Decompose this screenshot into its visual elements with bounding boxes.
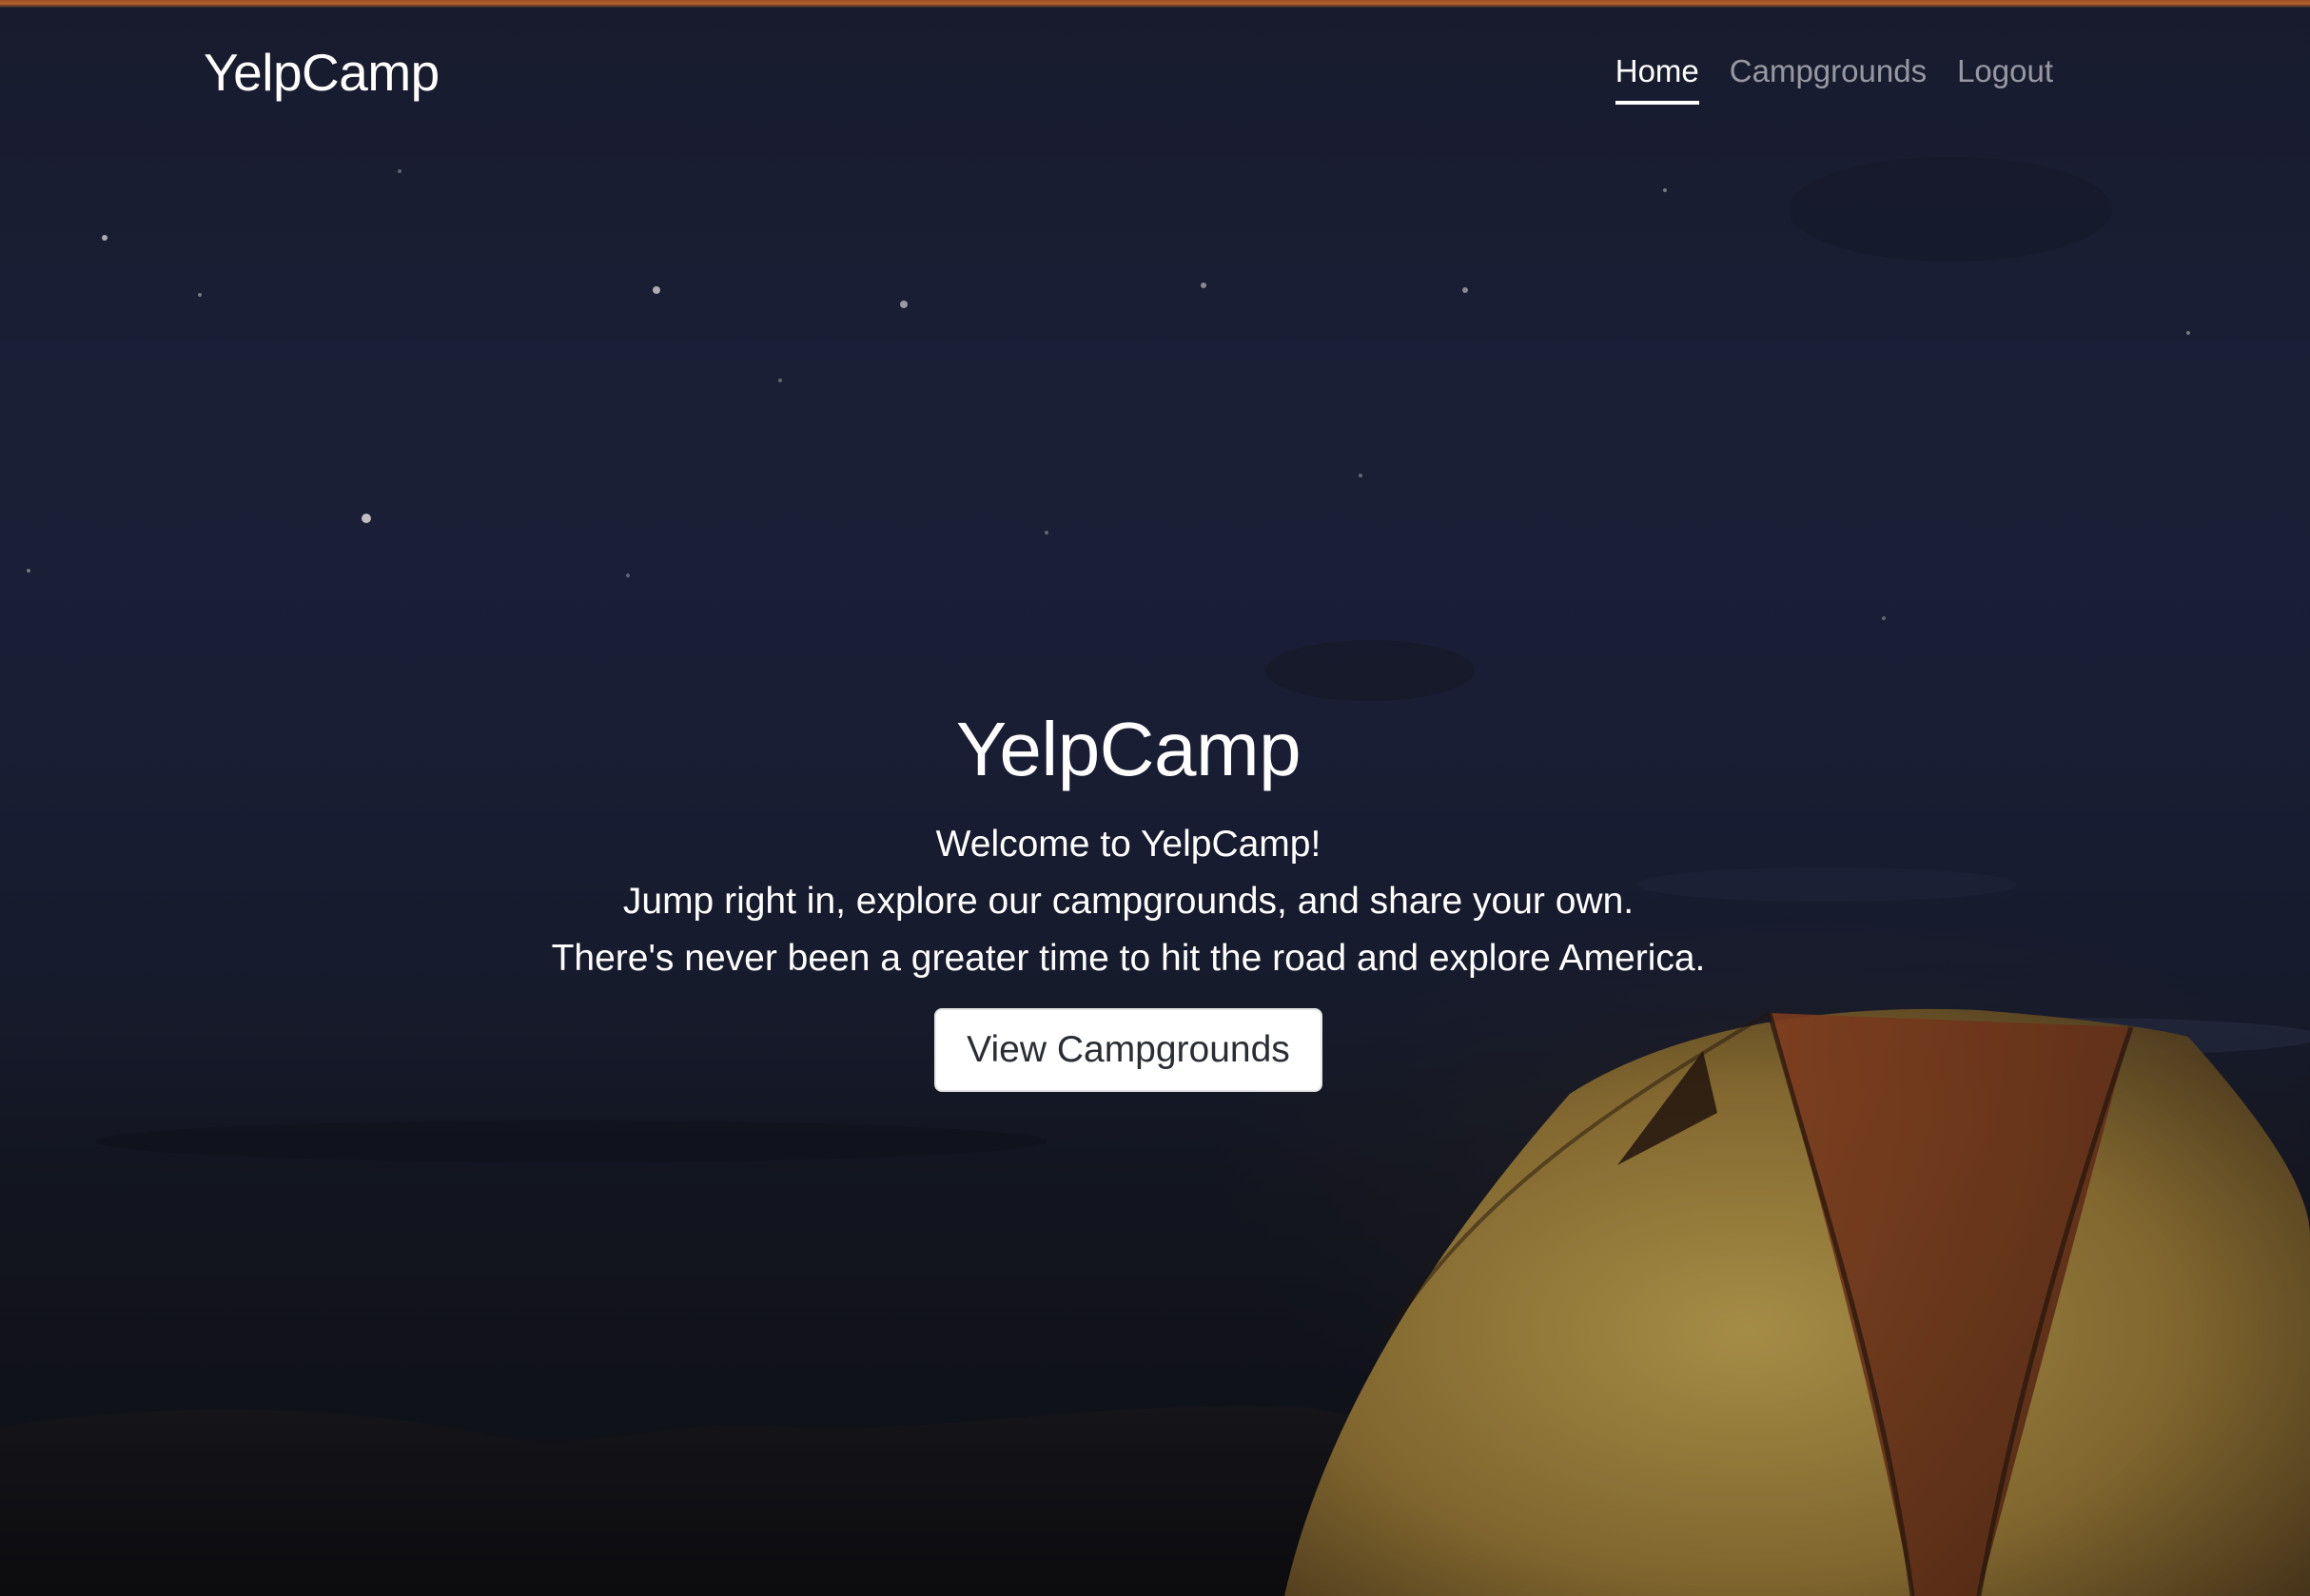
hero-line-tagline: There's never been a greater time to hit…	[551, 938, 1706, 979]
nav-home-link[interactable]: Home	[1615, 53, 1699, 105]
nav-logout-link[interactable]: Logout	[1957, 53, 2053, 105]
hero-title: YelpCamp	[955, 707, 1302, 791]
brand-logo[interactable]: YelpCamp	[204, 42, 440, 103]
hero-content: YelpCamp Welcome to YelpCamp! Jump right…	[0, 704, 2257, 1092]
view-campgrounds-button[interactable]: View Campgrounds	[934, 1008, 1322, 1092]
hero-line-welcome: Welcome to YelpCamp!	[935, 824, 1321, 865]
navbar: YelpCamp Home Campgrounds Logout	[0, 8, 2310, 141]
nav-campgrounds-link[interactable]: Campgrounds	[1730, 53, 1927, 105]
hero-line-intro: Jump right in, explore our campgrounds, …	[622, 881, 1635, 922]
nav-links: Home Campgrounds Logout	[1615, 53, 2053, 105]
